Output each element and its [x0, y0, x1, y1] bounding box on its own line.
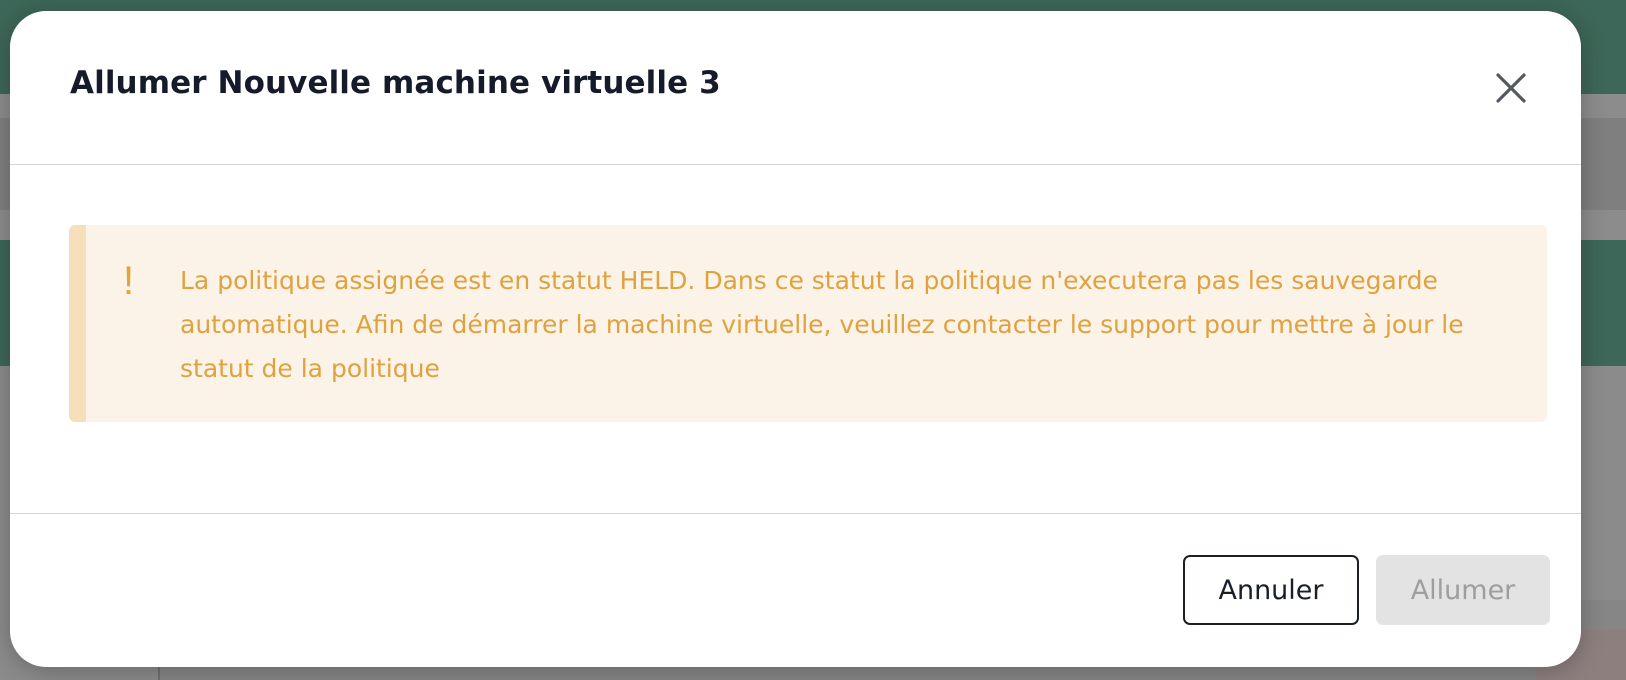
warning-alert: ! La politique assignée est en statut HE…: [69, 225, 1547, 422]
dialog-title: Allumer Nouvelle machine virtuelle 3: [70, 65, 721, 101]
dialog-header: Allumer Nouvelle machine virtuelle 3: [10, 11, 1581, 165]
cancel-button[interactable]: Annuler: [1183, 555, 1359, 625]
warning-message: La politique assignée est en statut HELD…: [180, 266, 1464, 383]
close-icon: [1496, 73, 1526, 103]
power-on-button[interactable]: Allumer: [1376, 555, 1550, 625]
close-button[interactable]: [1488, 65, 1534, 111]
power-on-dialog: Allumer Nouvelle machine virtuelle 3 ! L…: [10, 11, 1581, 667]
exclamation-icon: !: [123, 259, 135, 303]
dialog-footer: Annuler Allumer: [10, 513, 1581, 667]
warning-alert-accent: [69, 225, 86, 422]
